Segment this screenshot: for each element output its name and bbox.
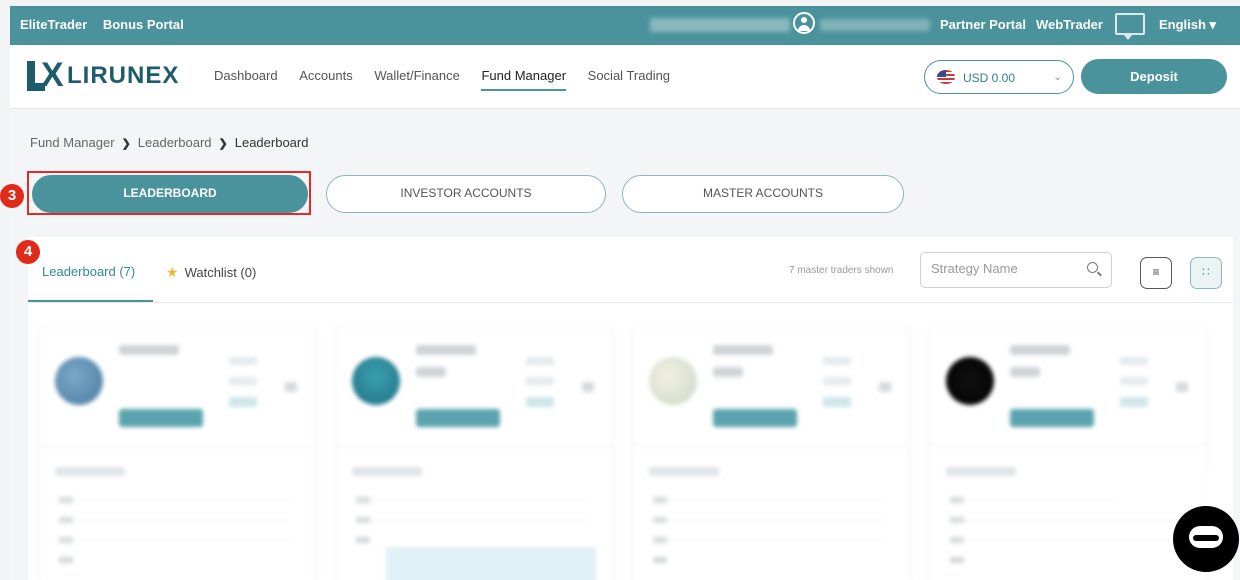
elitetrader-link[interactable]: EliteTrader	[20, 17, 87, 32]
logo-text: LIRUNEX	[67, 62, 180, 89]
divider	[28, 302, 1233, 303]
nav-item-wallet-finance[interactable]: Wallet/Finance	[374, 68, 460, 83]
language-selector[interactable]: English ▾	[1159, 17, 1216, 33]
chat-tooltip	[1110, 468, 1230, 508]
trader-card[interactable]	[335, 326, 613, 580]
app-window: EliteTrader Bonus Portal Partner Portal …	[10, 6, 1240, 580]
chevron-right-icon: ❯	[218, 138, 228, 150]
breadcrumb-fund-manager[interactable]: Fund Manager	[30, 135, 115, 150]
strategy-search[interactable]	[920, 252, 1112, 288]
step-badge-4: 4	[16, 240, 40, 264]
avatar	[352, 357, 400, 405]
logo-mark-icon: X	[27, 57, 64, 93]
breadcrumb-leaderboard[interactable]: Leaderboard	[138, 135, 212, 150]
watchlist-label: Watchlist (0)	[184, 265, 257, 280]
server-time	[650, 18, 790, 32]
chevron-right-icon: ❯	[121, 138, 131, 150]
search-icon[interactable]	[1087, 262, 1098, 273]
traders-shown-count: 7 master traders shown	[789, 265, 894, 276]
partner-portal-link[interactable]: Partner Portal	[940, 17, 1026, 32]
tab-master-accounts[interactable]: MASTER ACCOUNTS	[622, 175, 904, 213]
us-flag-icon	[937, 70, 955, 84]
step-badge-3: 3	[0, 184, 24, 208]
chevron-down-icon: ⌄	[1053, 71, 1063, 83]
chat-icon[interactable]	[1115, 13, 1145, 40]
live-chat-icon[interactable]	[1173, 506, 1239, 572]
main-nav: X LIRUNEX Dashboard Accounts Wallet/Fina…	[10, 45, 1240, 109]
balance-value: USD 0.00	[963, 71, 1016, 85]
deposit-button[interactable]: Deposit	[1081, 59, 1227, 94]
tab-investor-accounts[interactable]: INVESTOR ACCOUNTS	[326, 175, 606, 213]
breadcrumb: Fund Manager ❯ Leaderboard ❯ Leaderboard	[30, 135, 308, 150]
bonus-portal-link[interactable]: Bonus Portal	[103, 17, 184, 32]
tab-leaderboard-list[interactable]: Leaderboard (7)	[42, 264, 135, 279]
logo[interactable]: X LIRUNEX	[27, 57, 180, 93]
user-name[interactable]	[820, 19, 930, 31]
nav-item-accounts[interactable]: Accounts	[299, 68, 352, 83]
avatar	[55, 357, 103, 405]
avatar	[946, 357, 994, 405]
tab-watchlist[interactable]: ★ Watchlist (0)	[166, 264, 256, 281]
trader-card[interactable]	[38, 326, 316, 580]
star-icon: ★	[166, 264, 179, 280]
webtrader-link[interactable]: WebTrader	[1036, 17, 1103, 32]
list-view-button[interactable]: ≡	[1140, 257, 1172, 289]
trader-card[interactable]	[632, 326, 910, 580]
search-input[interactable]	[931, 261, 1081, 276]
currency-selector[interactable]: USD 0.00 ⌄	[924, 60, 1074, 94]
breadcrumb-current: Leaderboard	[234, 135, 309, 150]
grid-view-button[interactable]: ∷	[1190, 257, 1222, 289]
nav-item-dashboard[interactable]: Dashboard	[214, 68, 278, 83]
top-bar: EliteTrader Bonus Portal Partner Portal …	[10, 6, 1240, 45]
avatar	[649, 357, 697, 405]
leaderboard-panel: Leaderboard (7) ★ Watchlist (0) 7 master …	[28, 237, 1233, 580]
nav-menu: Dashboard Accounts Wallet/Finance Fund M…	[214, 68, 688, 91]
nav-item-social-trading[interactable]: Social Trading	[588, 68, 670, 83]
highlight-box	[27, 171, 311, 215]
nav-item-fund-manager[interactable]: Fund Manager	[481, 68, 567, 91]
user-icon[interactable]	[793, 12, 815, 34]
trader-card[interactable]	[929, 326, 1207, 580]
